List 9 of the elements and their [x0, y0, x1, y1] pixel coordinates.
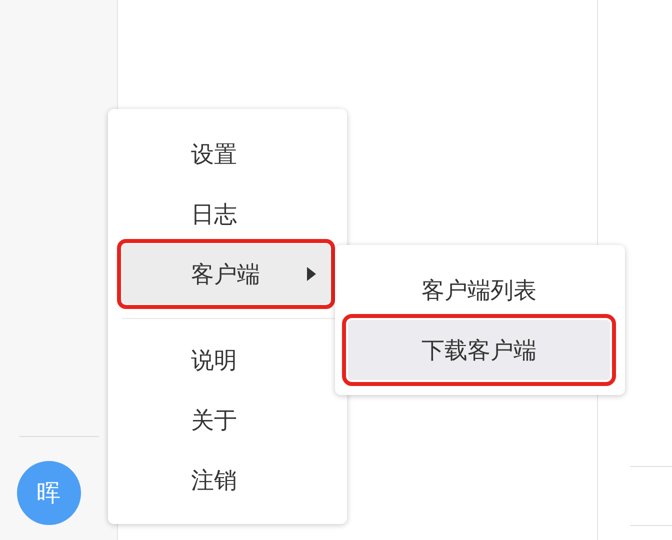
menu-item[interactable]: 下载客户端	[348, 320, 610, 380]
menu-item[interactable]: 说明	[122, 330, 330, 390]
menu-item[interactable]: 注销	[122, 450, 330, 510]
menu-item[interactable]: 关于	[122, 390, 330, 450]
menu-item[interactable]: 客户端	[122, 244, 330, 304]
menu-item[interactable]: 日志	[122, 184, 330, 244]
caret-icon	[307, 267, 316, 281]
menu-item[interactable]: 设置	[122, 124, 330, 184]
menu-item[interactable]: 客户端列表	[348, 260, 610, 320]
